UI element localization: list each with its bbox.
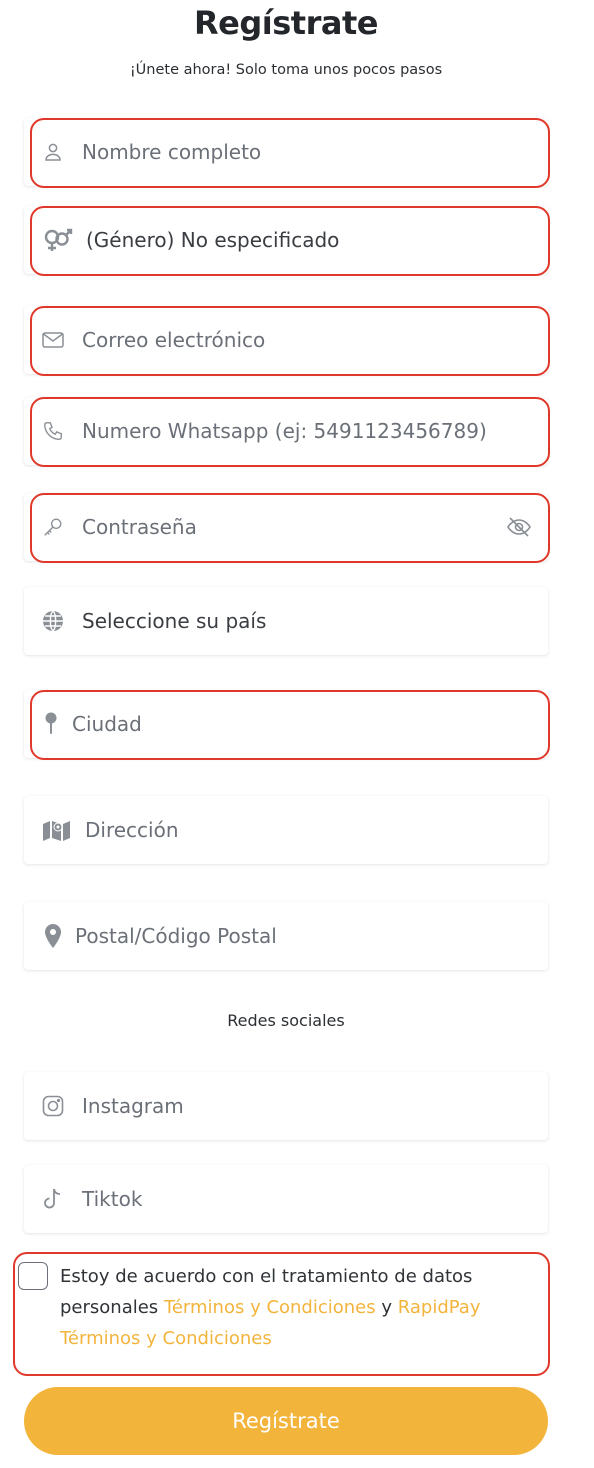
gender-icon	[42, 228, 74, 251]
page-title: Regístrate	[194, 4, 378, 42]
password-placeholder: Contraseña	[82, 515, 197, 539]
terms-connector: y	[381, 1297, 393, 1318]
whatsapp-placeholder: Numero Whatsapp (ej: 5491123456789)	[82, 419, 487, 443]
password-field[interactable]: Contraseña	[24, 493, 550, 563]
postal-code-field[interactable]: Postal/Código Postal	[24, 902, 548, 970]
address-placeholder: Dirección	[85, 818, 179, 842]
phone-icon	[42, 420, 64, 442]
tiktok-placeholder: Tiktok	[82, 1187, 143, 1211]
register-button[interactable]: Regístrate	[24, 1387, 548, 1455]
globe-icon	[42, 610, 64, 632]
postal-code-placeholder: Postal/Código Postal	[75, 924, 277, 948]
user-icon	[42, 141, 64, 163]
instagram-placeholder: Instagram	[82, 1094, 184, 1118]
gender-select[interactable]: (Género) No especificado	[24, 206, 550, 276]
instagram-field[interactable]: Instagram	[24, 1072, 548, 1140]
tiktok-field[interactable]: Tiktok	[24, 1165, 548, 1233]
whatsapp-field[interactable]: Numero Whatsapp (ej: 5491123456789)	[24, 397, 550, 467]
social-section-label: Redes sociales	[227, 1011, 345, 1030]
instagram-icon	[42, 1095, 64, 1117]
city-placeholder: Ciudad	[72, 712, 142, 736]
country-value: Seleccione su país	[82, 609, 267, 633]
email-placeholder: Correo electrónico	[82, 328, 266, 352]
tiktok-icon	[42, 1188, 64, 1210]
address-field[interactable]: Dirección	[24, 796, 548, 864]
country-select[interactable]: Seleccione su país	[24, 587, 548, 655]
terms-checkbox[interactable]	[18, 1262, 48, 1290]
city-field[interactable]: Ciudad	[24, 690, 550, 760]
mail-icon	[42, 329, 64, 351]
map-icon	[42, 819, 72, 841]
location-marker-icon	[42, 924, 64, 948]
eye-slash-icon[interactable]	[506, 516, 532, 538]
full-name-field[interactable]: Nombre completo	[24, 118, 550, 188]
gender-value: (Género) No especificado	[86, 228, 340, 252]
terms-text: Estoy de acuerdo con el tratamiento de d…	[60, 1261, 530, 1354]
pin-icon	[40, 712, 62, 735]
terms-link[interactable]: Términos y Condiciones	[164, 1297, 376, 1318]
page-subtitle: ¡Únete ahora! Solo toma unos pocos pasos	[129, 62, 443, 78]
key-icon	[42, 516, 64, 538]
full-name-placeholder: Nombre completo	[82, 140, 262, 164]
email-field[interactable]: Correo electrónico	[24, 306, 550, 376]
